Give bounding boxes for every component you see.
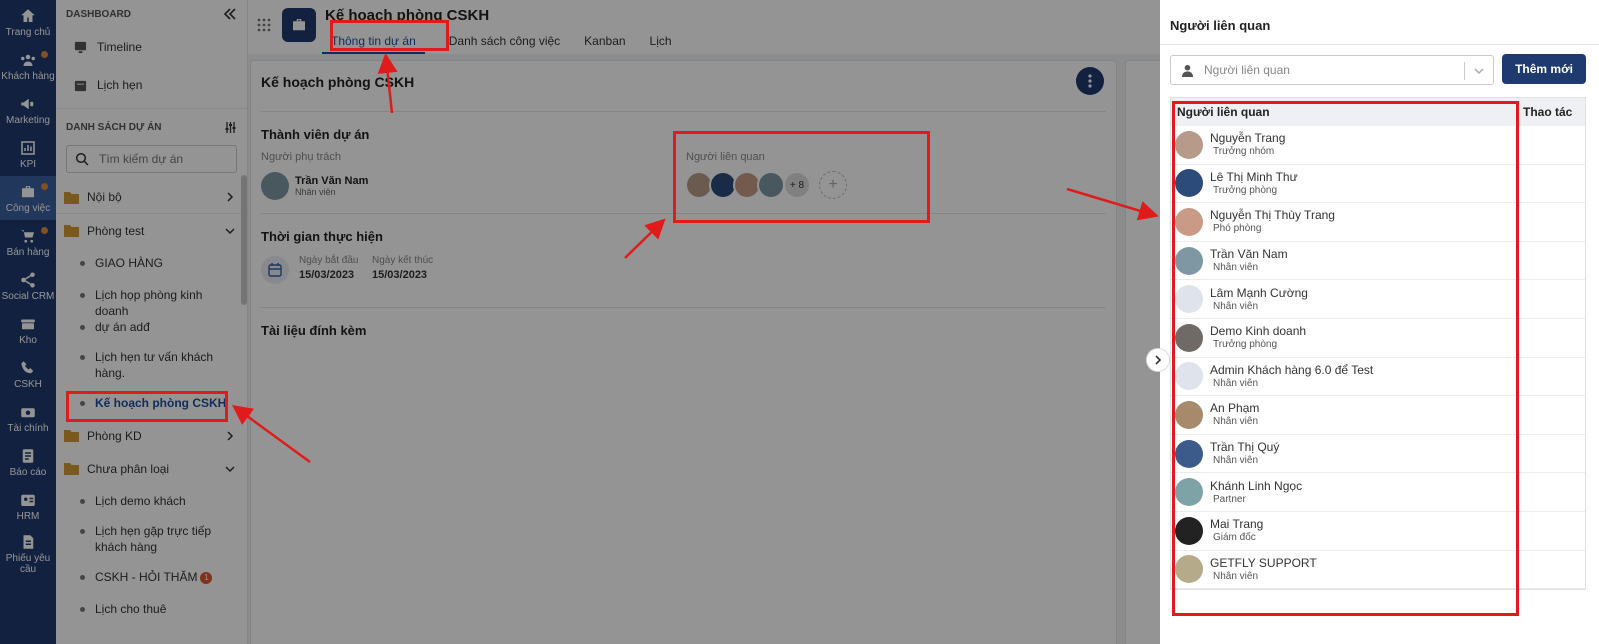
annotation-box-project [66,391,228,422]
user-icon [1181,64,1194,77]
annotation-box-list [1172,101,1519,616]
chevron-down-icon [1474,68,1484,75]
chevron-right-icon [1155,355,1162,365]
panel-title: Người liên quan [1170,18,1271,33]
divider [1160,44,1599,45]
divider [1464,62,1465,80]
annotation-box-related [673,131,930,223]
related-person-select[interactable]: Người liên quan [1170,55,1494,85]
annotation-box-tab [330,20,449,51]
select-placeholder: Người liên quan [1204,63,1290,77]
app-root: Trang chủ Khách hàng Marketing KPI Công … [0,0,1599,644]
column-header-action: Thao tác [1523,105,1573,119]
collapse-panel-button[interactable] [1146,348,1170,372]
add-new-button[interactable]: Thêm mới [1502,54,1586,84]
modal-overlay[interactable] [0,0,1160,644]
